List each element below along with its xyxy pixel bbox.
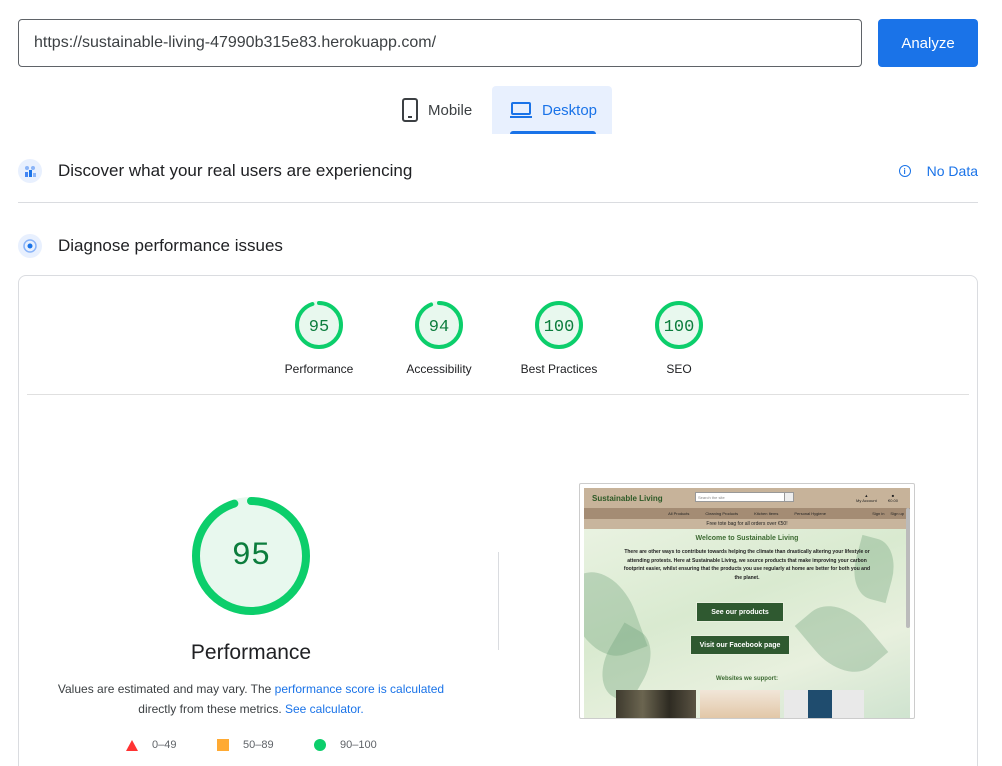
- category-label: Performance: [284, 362, 354, 376]
- site-support-image: [700, 690, 780, 718]
- site-scrollbar: [906, 508, 910, 628]
- performance-note: Values are estimated and may vary. The p…: [49, 679, 453, 719]
- site-nav: All Products Cleaning Products Kitchen I…: [584, 508, 910, 519]
- report-card: 95 Performance 94 Accessibility 100 Best Prac…: [18, 275, 978, 766]
- category-label: Best Practices: [520, 362, 598, 376]
- url-input[interactable]: https://sustainable-living-47990b315e83.…: [18, 19, 862, 67]
- site-nav-item: Kitchen Items: [754, 511, 779, 516]
- section-divider: [18, 202, 978, 203]
- score-ring: 95: [295, 301, 343, 349]
- category-gauge-seo[interactable]: 100 SEO: [619, 300, 739, 376]
- site-search-input: Search the site: [695, 492, 785, 502]
- circle-icon: [314, 739, 326, 751]
- triangle-icon: [126, 739, 138, 751]
- legend-pass: 90–100: [314, 739, 377, 751]
- gauges-divider: [27, 394, 969, 395]
- site-facebook-button: Visit our Facebook page: [690, 635, 790, 655]
- category-score: 100: [664, 318, 695, 337]
- site-search-icon: [784, 492, 794, 502]
- analyze-button[interactable]: Analyze: [878, 19, 978, 67]
- no-data-label: No Data: [926, 163, 978, 179]
- no-data-link[interactable]: i No Data: [898, 163, 978, 179]
- performance-gauge-large: 95: [192, 497, 310, 615]
- calculator-link[interactable]: See calculator.: [285, 702, 364, 716]
- note-prefix: Values are estimated and may vary. The: [57, 682, 275, 696]
- site-welcome: Welcome to Sustainable Living: [695, 535, 799, 542]
- tab-selected-indicator: [510, 131, 596, 134]
- legend-pass-range: 90–100: [340, 739, 377, 751]
- category-score: 100: [544, 318, 575, 337]
- score-ring: 100: [535, 301, 583, 349]
- tab-mobile[interactable]: Mobile: [392, 86, 492, 134]
- category-label: Accessibility: [406, 362, 472, 376]
- site-brand: Sustainable Living: [592, 493, 663, 503]
- site-nav-item: Personal Hygiene: [794, 511, 826, 516]
- field-data-header: Discover what your real users are experi…: [18, 159, 412, 183]
- site-intro: There are other ways to contribute towar…: [623, 549, 871, 581]
- legend-average: 50–89: [217, 739, 274, 751]
- site-support-heading: Websites we support:: [716, 676, 778, 682]
- category-gauge-accessibility[interactable]: 94 Accessibility: [379, 300, 499, 376]
- square-icon: [217, 739, 229, 751]
- vertical-divider: [498, 552, 499, 650]
- smartphone-icon: [402, 98, 418, 122]
- site-nav-item: All Products: [668, 511, 690, 516]
- leaf-decoration: [794, 590, 889, 688]
- tab-desktop-label: Desktop: [542, 101, 598, 119]
- site-products-button: See our products: [696, 602, 784, 622]
- category-gauge-best-practices[interactable]: 100 Best Practices: [499, 300, 619, 376]
- category-gauge-performance[interactable]: 95 Performance: [259, 300, 379, 376]
- performance-score-large: 95: [232, 537, 270, 574]
- site-account-label: My Account: [856, 498, 877, 503]
- tab-desktop[interactable]: Desktop: [492, 86, 612, 134]
- legend-fail: 0–49: [126, 739, 176, 751]
- site-account: ▲ My Account: [856, 493, 877, 503]
- field-data-title: Discover what your real users are experi…: [58, 161, 413, 180]
- site-nav-item: Cleaning Products: [705, 511, 739, 516]
- note-middle: directly from these metrics.: [138, 702, 282, 716]
- score-calculation-link[interactable]: performance score is calculated: [275, 682, 444, 696]
- site-hero: Welcome to Sustainable Living There are …: [584, 529, 910, 718]
- site-support-image: [784, 690, 864, 718]
- site-nav-signup: Sign up: [890, 511, 904, 516]
- diagnose-icon: [18, 234, 42, 258]
- page-screenshot: Sustainable Living Search the site ▲ My A…: [579, 483, 915, 719]
- site-support-image: [616, 690, 696, 718]
- category-label: SEO: [666, 362, 692, 376]
- score-ring: 100: [655, 301, 703, 349]
- laptop-icon: [510, 102, 532, 118]
- site-banner: Free tote bag for all orders over €50!: [584, 519, 910, 529]
- lab-data-title: Diagnose performance issues: [58, 236, 283, 255]
- site-cart-total: €0.00: [888, 498, 899, 503]
- users-chart-icon: [18, 159, 42, 183]
- score-ring: 94: [415, 301, 463, 349]
- site-cart: ■ €0.00: [888, 493, 898, 503]
- category-score: 95: [309, 318, 329, 337]
- info-icon: i: [898, 165, 911, 177]
- legend-average-range: 50–89: [243, 739, 274, 751]
- tab-mobile-label: Mobile: [428, 101, 473, 119]
- category-score: 94: [429, 318, 449, 337]
- lab-data-header: Diagnose performance issues: [18, 234, 283, 258]
- legend-fail-range: 0–49: [152, 739, 177, 751]
- performance-title: Performance: [190, 641, 312, 664]
- site-nav-signin: Sign in: [872, 511, 885, 516]
